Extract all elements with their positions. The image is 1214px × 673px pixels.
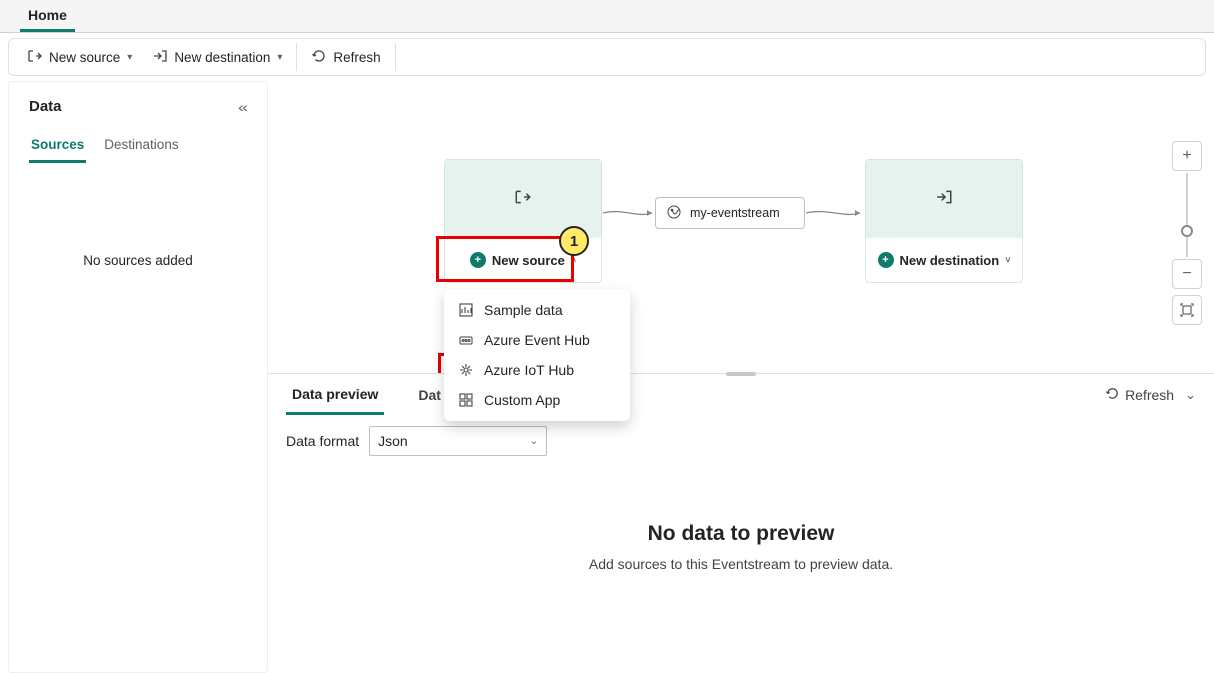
- menu-item-azure-iot-hub[interactable]: Azure IoT Hub: [444, 355, 630, 385]
- new-source-menu: Sample data Azure Event Hub Azure IoT Hu…: [444, 289, 630, 421]
- stream-icon: [666, 204, 682, 223]
- menu-label: Azure IoT Hub: [484, 362, 574, 378]
- preview-refresh-button[interactable]: Refresh: [1105, 386, 1174, 404]
- destination-node-icon-area: [866, 160, 1022, 238]
- destination-out-icon: [152, 48, 168, 67]
- zoom-controls: + −: [1172, 141, 1202, 325]
- chevron-down-icon: ▾: [127, 52, 132, 63]
- tab-home[interactable]: Home: [20, 7, 75, 32]
- sample-data-icon: [458, 303, 474, 317]
- canvas[interactable]: + New source ˄ 1 my-eventstream: [268, 81, 1214, 373]
- menu-label: Custom App: [484, 392, 560, 408]
- no-data-block: No data to preview Add sources to this E…: [268, 522, 1214, 572]
- new-source-node-label: New source: [492, 253, 565, 268]
- preview-refresh-label: Refresh: [1125, 387, 1174, 403]
- data-sidebar: Data « Sources Destinations No sources a…: [8, 81, 268, 673]
- format-value: Json: [378, 433, 408, 449]
- arrow-2: [805, 206, 867, 220]
- new-destination-node-button[interactable]: + New destination ˅: [866, 238, 1022, 282]
- data-format-select[interactable]: Json ⌄: [369, 426, 547, 456]
- sidebar-empty-text: No sources added: [29, 253, 247, 268]
- format-row: Data format Json ⌄: [268, 416, 1214, 472]
- chevron-down-icon: ˅: [1005, 255, 1010, 265]
- menu-label: Azure Event Hub: [484, 332, 590, 348]
- separator: [296, 43, 297, 71]
- iot-hub-icon: [458, 363, 474, 377]
- destination-node: + New destination ˅: [865, 159, 1023, 283]
- plus-circle-icon: +: [470, 252, 486, 268]
- custom-app-icon: [458, 393, 474, 407]
- eventstream-name: my-eventstream: [690, 206, 780, 220]
- tab-data-preview[interactable]: Data preview: [286, 376, 384, 415]
- source-node: + New source ˄: [444, 159, 602, 283]
- plus-circle-icon: +: [878, 252, 894, 268]
- separator: [395, 43, 396, 71]
- new-source-label: New source: [49, 50, 120, 65]
- collapse-sidebar-icon[interactable]: «: [238, 99, 248, 115]
- preview-tabs: Data preview Dat Refresh ⌄: [268, 374, 1214, 416]
- chevron-down-icon[interactable]: ⌄: [1185, 387, 1196, 403]
- event-hub-icon: [458, 333, 474, 347]
- menu-item-custom-app[interactable]: Custom App: [444, 385, 630, 415]
- menu-item-azure-event-hub[interactable]: Azure Event Hub: [444, 325, 630, 355]
- sidebar-tab-destinations[interactable]: Destinations: [102, 131, 180, 163]
- menu-label: Sample data: [484, 302, 563, 318]
- sidebar-title: Data: [29, 98, 62, 115]
- sidebar-tabs: Sources Destinations: [29, 131, 247, 163]
- format-label: Data format: [286, 433, 359, 449]
- source-in-icon: [514, 188, 532, 211]
- new-destination-button[interactable]: New destination ▾: [142, 42, 292, 73]
- refresh-button[interactable]: Refresh: [301, 42, 390, 73]
- eventstream-node[interactable]: my-eventstream: [655, 197, 805, 229]
- toolbar-container: New source ▾ New destination ▾ Refresh: [0, 33, 1214, 81]
- annotation-badge-1: 1: [559, 226, 589, 256]
- source-in-icon: [27, 48, 43, 67]
- canvas-wrap: + New source ˄ 1 my-eventstream: [268, 81, 1214, 673]
- zoom-out-button[interactable]: −: [1172, 259, 1202, 289]
- zoom-slider[interactable]: [1186, 173, 1188, 257]
- chevron-down-icon: ⌄: [530, 436, 538, 447]
- resize-grip[interactable]: [726, 372, 756, 376]
- tab-data-insights-cut[interactable]: Dat: [412, 377, 447, 413]
- chevron-down-icon: ▾: [277, 52, 282, 63]
- menu-item-sample-data[interactable]: Sample data: [444, 295, 630, 325]
- destination-out-icon: [935, 188, 953, 211]
- sidebar-tab-sources[interactable]: Sources: [29, 131, 86, 163]
- toolbar: New source ▾ New destination ▾ Refresh: [8, 38, 1206, 76]
- refresh-icon: [311, 48, 327, 67]
- main-area: Data « Sources Destinations No sources a…: [0, 81, 1214, 673]
- no-data-title: No data to preview: [268, 522, 1214, 546]
- preview-panel: Data preview Dat Refresh ⌄ Data format J…: [268, 373, 1214, 673]
- refresh-icon: [1105, 386, 1120, 404]
- new-destination-label: New destination: [174, 50, 270, 65]
- arrow-1: [602, 206, 658, 220]
- no-data-subtitle: Add sources to this Eventstream to previ…: [268, 556, 1214, 572]
- fit-to-screen-button[interactable]: [1172, 295, 1202, 325]
- new-source-button[interactable]: New source ▾: [17, 42, 142, 73]
- refresh-label: Refresh: [333, 50, 380, 65]
- chevron-up-icon: ˄: [571, 255, 576, 265]
- top-nav: Home: [0, 0, 1214, 33]
- new-destination-node-label: New destination: [900, 253, 1000, 268]
- zoom-thumb[interactable]: [1181, 225, 1193, 237]
- zoom-in-button[interactable]: +: [1172, 141, 1202, 171]
